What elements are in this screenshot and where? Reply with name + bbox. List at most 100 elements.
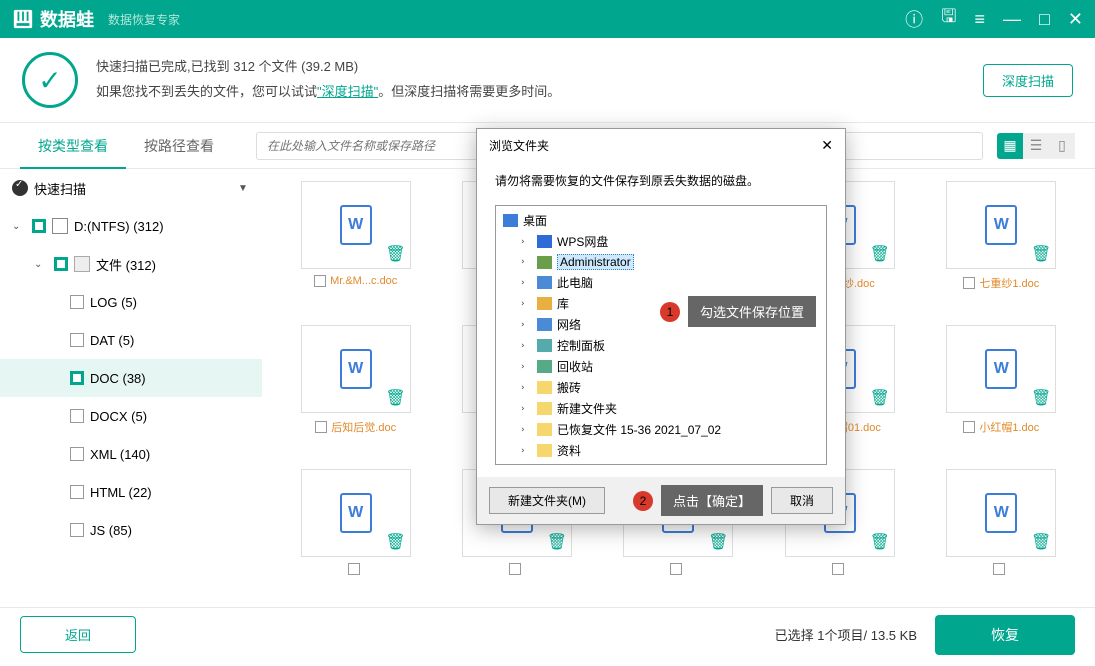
tree-item[interactable]: XML (140): [0, 435, 262, 473]
tree-item[interactable]: DOCX (5): [0, 397, 262, 435]
trash-icon: 🗑: [870, 532, 890, 552]
cancel-button[interactable]: 取消: [771, 487, 833, 514]
checkbox[interactable]: [70, 447, 84, 461]
expand-icon[interactable]: ›: [520, 278, 532, 288]
dialog-tree-item[interactable]: ›新建文件夹: [500, 398, 822, 419]
dialog-close-icon[interactable]: ✕: [821, 137, 833, 154]
view-grid-icon[interactable]: ▦: [997, 133, 1023, 159]
deep-scan-button[interactable]: 深度扫描: [983, 64, 1073, 97]
expand-icon[interactable]: ›: [520, 320, 532, 330]
tab-by-type[interactable]: 按类型查看: [20, 123, 126, 169]
recover-button[interactable]: 恢复: [935, 615, 1075, 655]
folder-icon: [537, 402, 552, 415]
new-folder-button[interactable]: 新建文件夹(M): [489, 487, 605, 514]
tree-item[interactable]: HTML (22): [0, 473, 262, 511]
file-thumbnail: W🗑: [946, 469, 1056, 557]
tree-drive[interactable]: ⌄ D:(NTFS) (312): [0, 207, 262, 245]
dialog-tree-item[interactable]: ›回收站: [500, 356, 822, 377]
checkbox[interactable]: [70, 523, 84, 537]
checkbox[interactable]: [963, 421, 975, 433]
doc-icon: W: [985, 493, 1017, 533]
expand-icon[interactable]: ›: [520, 237, 532, 247]
back-button[interactable]: 返回: [20, 616, 136, 653]
desktop-icon: [503, 214, 518, 227]
trash-icon: 🗑: [708, 532, 728, 552]
checkbox[interactable]: [32, 219, 46, 233]
chevron-down-icon: ⌄: [34, 259, 48, 270]
checkbox[interactable]: [315, 421, 327, 433]
view-list-icon[interactable]: ☰: [1023, 133, 1049, 159]
checkbox[interactable]: [348, 563, 360, 575]
checkbox[interactable]: [993, 563, 1005, 575]
tree-item[interactable]: JS (85): [0, 511, 262, 549]
expand-icon[interactable]: ›: [520, 446, 532, 456]
callout-number-2: 2: [633, 491, 653, 511]
tree-quick-scan[interactable]: 快速扫描 ▼: [0, 169, 262, 207]
dialog-tree-item[interactable]: ›WPS网盘: [500, 231, 822, 252]
scan-complete-icon: ✓: [22, 52, 78, 108]
checkbox[interactable]: [70, 333, 84, 347]
help-icon[interactable]: ⓘ: [905, 6, 923, 32]
expand-icon[interactable]: ›: [520, 425, 532, 435]
tree-item[interactable]: DOC (38): [0, 359, 262, 397]
trash-icon: 🗑: [547, 532, 567, 552]
tree-item[interactable]: LOG (5): [0, 283, 262, 321]
dialog-tree-item[interactable]: ›Administrator: [500, 252, 822, 272]
file-item[interactable]: W🗑小红帽1.doc: [926, 325, 1077, 455]
dialog-tree-item[interactable]: ›已恢复文件 15-36 2021_07_02: [500, 419, 822, 440]
tab-by-path[interactable]: 按路径查看: [126, 123, 232, 169]
footer: 返回 已选择 1个项目/ 13.5 KB 恢复: [0, 607, 1095, 661]
expand-icon[interactable]: ›: [520, 299, 532, 309]
folder-icon: [537, 256, 552, 269]
file-name: 小红帽1.doc: [979, 419, 1039, 435]
dialog-tree-item[interactable]: ›此电脑: [500, 272, 822, 293]
expand-icon[interactable]: ›: [520, 383, 532, 393]
checkbox[interactable]: [509, 563, 521, 575]
folder-icon: [74, 256, 90, 272]
dialog-tree-item[interactable]: ›搬砖: [500, 377, 822, 398]
close-icon[interactable]: ✕: [1068, 9, 1083, 30]
view-detail-icon[interactable]: ▯: [1049, 133, 1075, 159]
dialog-tree[interactable]: 桌面 ›WPS网盘›Administrator›此电脑›库›网络›控制面板›回收…: [495, 205, 827, 465]
file-item[interactable]: W🗑: [926, 469, 1077, 599]
checkbox[interactable]: [832, 563, 844, 575]
folder-icon: [537, 276, 552, 289]
folder-icon: [537, 381, 552, 394]
minimize-icon[interactable]: —: [1003, 9, 1021, 30]
file-item[interactable]: W🗑七重纱1.doc: [926, 181, 1077, 311]
checkbox[interactable]: [963, 277, 975, 289]
dialog-tree-item[interactable]: ›控制面板: [500, 335, 822, 356]
trash-icon: 🗑: [385, 388, 405, 408]
file-item[interactable]: W🗑: [280, 469, 431, 599]
maximize-icon[interactable]: □: [1039, 9, 1050, 30]
checkbox[interactable]: [70, 485, 84, 499]
doc-icon: W: [985, 205, 1017, 245]
expand-icon[interactable]: ›: [520, 362, 532, 372]
app-name: 数据蛙: [40, 6, 94, 32]
window-controls: ⓘ 🖫 ≡ — □ ✕: [905, 4, 1083, 34]
expand-icon[interactable]: ›: [520, 257, 532, 267]
drive-icon: [52, 218, 68, 234]
selection-status: 已选择 1个项目/ 13.5 KB: [775, 625, 917, 644]
checkbox[interactable]: [70, 409, 84, 423]
deep-scan-link[interactable]: "深度扫描": [317, 84, 378, 99]
checkbox[interactable]: [70, 295, 84, 309]
checkbox[interactable]: [70, 371, 84, 385]
file-item[interactable]: W🗑后知后觉.doc: [280, 325, 431, 455]
expand-icon[interactable]: ›: [520, 341, 532, 351]
tree-root[interactable]: 桌面: [500, 210, 822, 231]
checkbox[interactable]: [670, 563, 682, 575]
doc-icon: W: [985, 349, 1017, 389]
doc-icon: W: [340, 349, 372, 389]
file-item[interactable]: W🗑Mr.&M...c.doc: [280, 181, 431, 311]
save-icon[interactable]: 🖫: [941, 4, 956, 34]
checkbox[interactable]: [314, 275, 326, 287]
expand-icon[interactable]: ›: [520, 404, 532, 414]
dialog-tree-item[interactable]: ›资料: [500, 440, 822, 461]
tree-folder[interactable]: ⌄ 文件 (312): [0, 245, 262, 283]
infobar: ✓ 快速扫描已完成,已找到 312 个文件 (39.2 MB) 如果您找不到丢失…: [0, 38, 1095, 123]
dialog-message: 请勿将需要恢复的文件保存到原丢失数据的磁盘。: [477, 162, 845, 199]
menu-icon[interactable]: ≡: [975, 9, 986, 30]
tree-item[interactable]: DAT (5): [0, 321, 262, 359]
checkbox[interactable]: [54, 257, 68, 271]
